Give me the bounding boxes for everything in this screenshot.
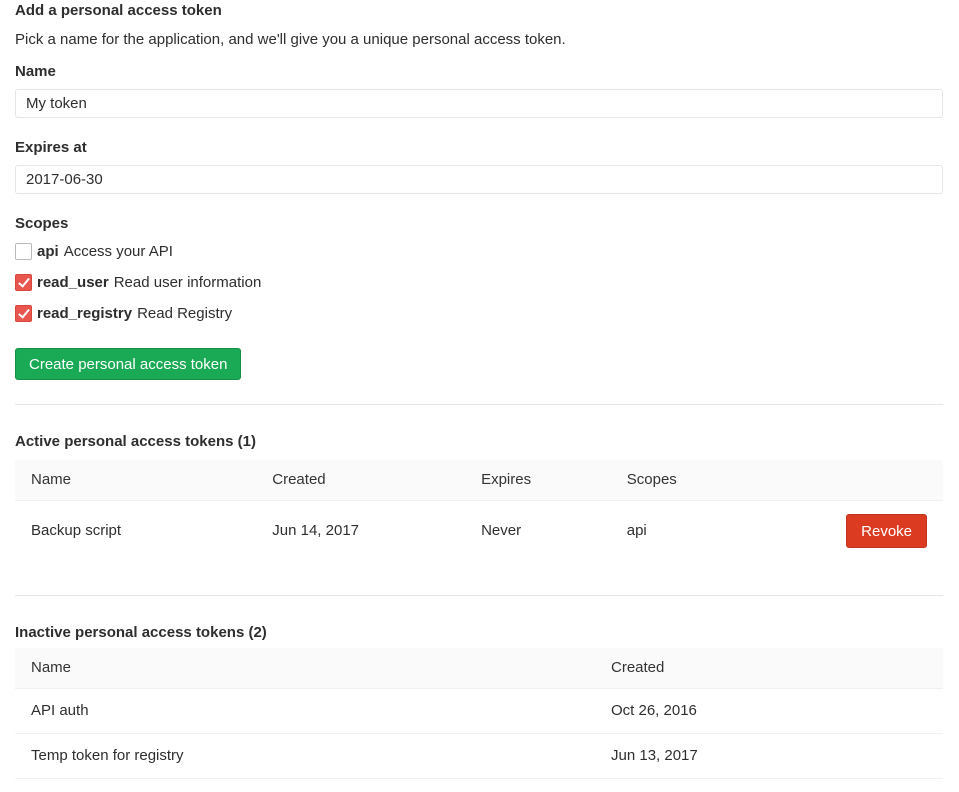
expires-at-label: Expires at xyxy=(15,138,943,158)
column-header-created: Created xyxy=(595,648,943,689)
token-actions-cell: Revoke xyxy=(794,501,943,562)
scope-description: Read Registry xyxy=(137,304,232,324)
api-checkbox[interactable] xyxy=(15,243,32,260)
active-tokens-table: Name Created Expires Scopes Backup scrip… xyxy=(15,460,943,561)
scope-option-read-registry[interactable]: read_registry Read Registry xyxy=(15,303,943,324)
scope-option-api[interactable]: api Access your API xyxy=(15,241,943,262)
inactive-tokens-table: Name Created API auth Oct 26, 2016 Temp … xyxy=(15,648,943,779)
inactive-token-row: API auth Oct 26, 2016 xyxy=(15,689,943,734)
name-field-group: Name xyxy=(15,62,943,118)
token-created: Oct 26, 2016 xyxy=(595,689,943,734)
column-header-name: Name xyxy=(15,460,256,501)
column-header-name: Name xyxy=(15,648,595,689)
scope-name: read_user xyxy=(37,273,109,293)
read-registry-checkbox[interactable] xyxy=(15,305,32,322)
inactive-token-row: Temp token for registry Jun 13, 2017 xyxy=(15,734,943,779)
inactive-tokens-title: Inactive personal access tokens (2) xyxy=(15,623,943,643)
token-name: API auth xyxy=(15,689,595,734)
token-name: Temp token for registry xyxy=(15,734,595,779)
scope-option-read-user[interactable]: read_user Read user information xyxy=(15,272,943,293)
section-divider xyxy=(15,595,943,596)
scope-description: Access your API xyxy=(64,242,173,262)
scope-name: read_registry xyxy=(37,304,132,324)
active-tokens-section: Active personal access tokens (1) Name C… xyxy=(15,432,943,561)
create-token-title: Add a personal access token xyxy=(15,1,943,21)
revoke-button[interactable]: Revoke xyxy=(846,514,927,548)
expires-at-input[interactable] xyxy=(15,165,943,194)
active-tokens-title: Active personal access tokens (1) xyxy=(15,432,943,452)
read-user-checkbox[interactable] xyxy=(15,274,32,291)
scope-name: api xyxy=(37,242,59,262)
column-header-expires: Expires xyxy=(465,460,611,501)
column-header-created: Created xyxy=(256,460,465,501)
create-token-button[interactable]: Create personal access token xyxy=(15,348,241,380)
expires-field-group: Expires at xyxy=(15,138,943,194)
scopes-group: Scopes api Access your API read_user Rea… xyxy=(15,214,943,324)
token-scopes: api xyxy=(611,501,795,562)
token-created: Jun 13, 2017 xyxy=(595,734,943,779)
personal-access-tokens-page: Add a personal access token Pick a name … xyxy=(15,1,943,779)
active-token-row: Backup script Jun 14, 2017 Never api Rev… xyxy=(15,501,943,562)
token-name-input[interactable] xyxy=(15,89,943,118)
create-token-description: Pick a name for the application, and we'… xyxy=(15,30,943,50)
active-table-header-row: Name Created Expires Scopes xyxy=(15,460,943,501)
name-label: Name xyxy=(15,62,943,82)
token-created: Jun 14, 2017 xyxy=(256,501,465,562)
scopes-label: Scopes xyxy=(15,214,943,234)
token-name: Backup script xyxy=(15,501,256,562)
column-header-scopes: Scopes xyxy=(611,460,795,501)
column-header-actions xyxy=(794,460,943,501)
scope-description: Read user information xyxy=(114,273,262,293)
inactive-tokens-section: Inactive personal access tokens (2) Name… xyxy=(15,623,943,779)
create-token-section: Add a personal access token Pick a name … xyxy=(15,1,943,380)
inactive-table-header-row: Name Created xyxy=(15,648,943,689)
token-expires: Never xyxy=(465,501,611,562)
section-divider xyxy=(15,404,943,405)
